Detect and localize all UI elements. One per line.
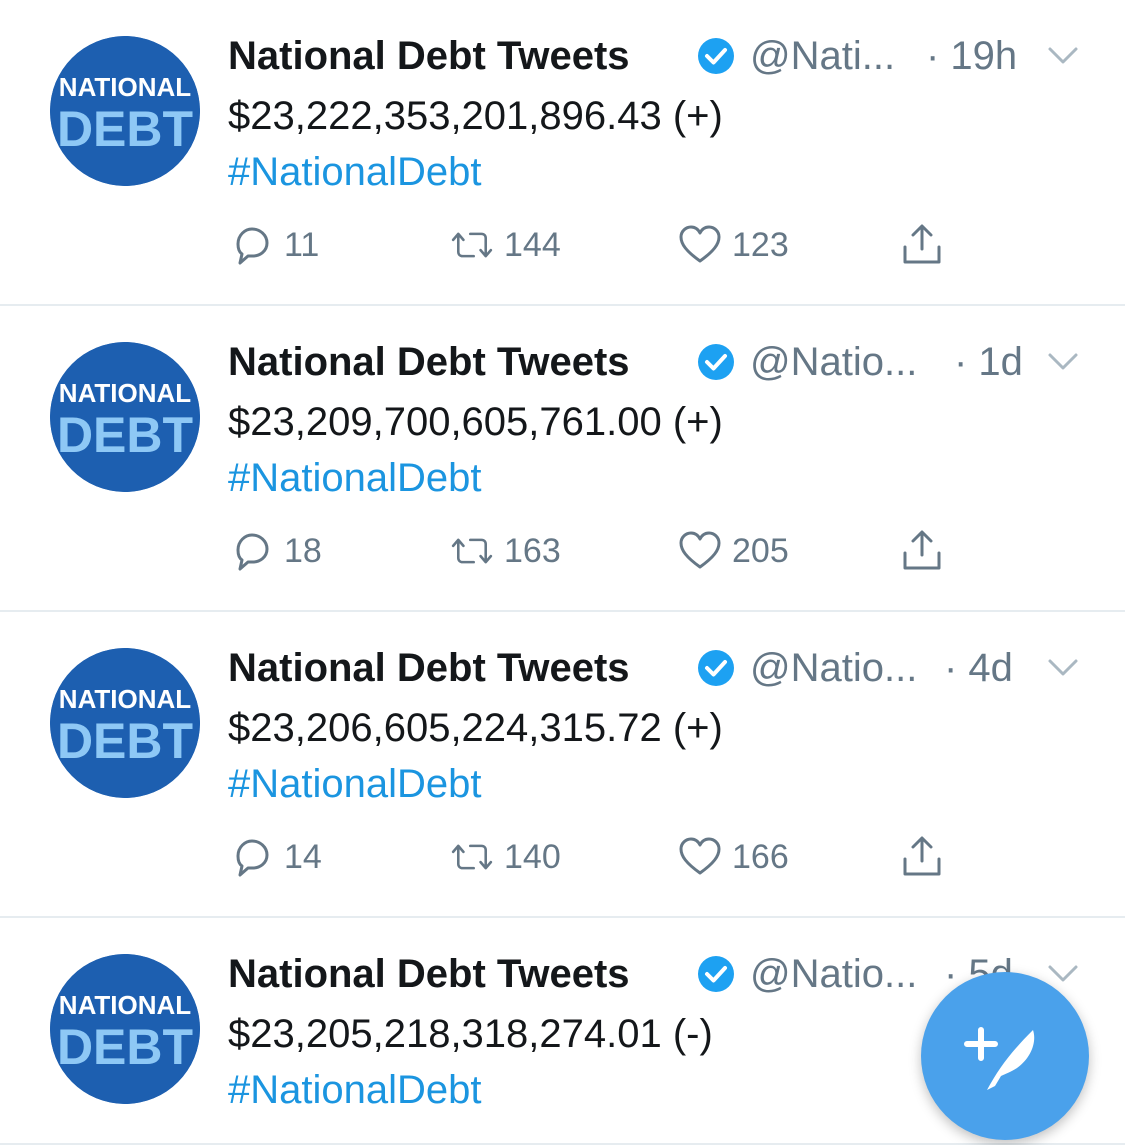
tweet[interactable]: NATIONAL DEBT National Debt Tweets @Nati… [0, 612, 1125, 918]
reply-count: 18 [284, 531, 322, 570]
reply-button[interactable]: 11 [228, 220, 319, 270]
retweet-button[interactable]: 140 [448, 832, 561, 882]
username[interactable]: @Natio... [750, 944, 917, 1004]
heart-icon [679, 531, 721, 569]
tweet-text: $23,222,353,201,896.43 (+) [228, 94, 723, 138]
timestamp[interactable]: · 1d [954, 332, 1023, 392]
hashtag-link[interactable]: #NationalDebt [228, 448, 482, 508]
hashtag-link[interactable]: #NationalDebt [228, 754, 482, 814]
heart-icon [679, 837, 721, 875]
display-name[interactable]: National Debt Tweets [228, 638, 630, 698]
retweet-button[interactable]: 144 [448, 220, 561, 270]
verified-badge-icon [698, 650, 734, 686]
tweet-header: National Debt Tweets @Nati... · 19h [228, 26, 1088, 86]
retweet-icon [451, 844, 493, 870]
chevron-down-icon[interactable] [1046, 44, 1080, 68]
chevron-down-icon[interactable] [1046, 656, 1080, 680]
avatar-line1: NATIONAL [59, 378, 192, 408]
share-icon [903, 530, 941, 570]
verified-badge-icon [698, 38, 734, 74]
avatar[interactable]: NATIONAL DEBT [50, 648, 200, 798]
tweet-header: National Debt Tweets @Natio... · 1d [228, 332, 1088, 392]
retweet-count: 163 [504, 531, 561, 570]
reply-button[interactable]: 18 [228, 526, 322, 576]
avatar-line1: NATIONAL [59, 990, 192, 1020]
avatar-line2: DEBT [57, 407, 193, 463]
avatar-line2: DEBT [57, 1019, 193, 1075]
verified-badge-icon [698, 344, 734, 380]
compose-tweet-button[interactable] [921, 972, 1089, 1140]
tweet[interactable]: NATIONAL DEBT National Debt Tweets @Nati… [0, 0, 1125, 306]
share-button[interactable] [898, 832, 946, 882]
like-count: 166 [732, 837, 789, 876]
share-icon [903, 224, 941, 264]
reply-count: 14 [284, 837, 322, 876]
compose-tweet-icon [964, 1027, 1035, 1090]
retweet-icon [451, 232, 493, 258]
retweet-count: 140 [504, 837, 561, 876]
username[interactable]: @Natio... [750, 638, 917, 698]
display-name[interactable]: National Debt Tweets [228, 332, 630, 392]
like-button[interactable]: 166 [676, 832, 789, 882]
avatar[interactable]: NATIONAL DEBT [50, 36, 200, 186]
tweet-text: $23,205,218,318,274.01 (-) [228, 1012, 713, 1056]
avatar[interactable]: NATIONAL DEBT [50, 342, 200, 492]
retweet-button[interactable]: 163 [448, 526, 561, 576]
like-button[interactable]: 123 [676, 220, 789, 270]
tweet-text: $23,206,605,224,315.72 (+) [228, 706, 723, 750]
verified-badge-icon [698, 956, 734, 992]
share-icon [903, 836, 941, 876]
reply-icon [236, 839, 269, 877]
display-name[interactable]: National Debt Tweets [228, 944, 630, 1004]
tweet-header: National Debt Tweets @Natio... · 4d [228, 638, 1088, 698]
timestamp[interactable]: · 19h [926, 26, 1017, 86]
avatar-line1: NATIONAL [59, 72, 192, 102]
like-count: 205 [732, 531, 789, 570]
tweet-text: $23,209,700,605,761.00 (+) [228, 400, 723, 444]
display-name[interactable]: National Debt Tweets [228, 26, 630, 86]
avatar-line1: NATIONAL [59, 684, 192, 714]
reply-button[interactable]: 14 [228, 832, 322, 882]
retweet-icon [451, 538, 493, 564]
chevron-down-icon[interactable] [1046, 350, 1080, 374]
tweet[interactable]: NATIONAL DEBT National Debt Tweets @Nati… [0, 306, 1125, 612]
username[interactable]: @Natio... [750, 332, 917, 392]
timestamp[interactable]: · 4d [944, 638, 1013, 698]
avatar[interactable]: NATIONAL DEBT [50, 954, 200, 1104]
reply-icon [236, 227, 269, 265]
reply-count: 11 [284, 225, 320, 264]
avatar-line2: DEBT [57, 101, 193, 157]
avatar-line2: DEBT [57, 713, 193, 769]
retweet-count: 144 [504, 225, 561, 264]
like-button[interactable]: 205 [676, 526, 789, 576]
hashtag-link[interactable]: #NationalDebt [228, 1060, 482, 1120]
heart-icon [679, 225, 721, 263]
share-button[interactable] [898, 220, 946, 270]
like-count: 123 [732, 225, 789, 264]
username[interactable]: @Nati... [750, 26, 895, 86]
hashtag-link[interactable]: #NationalDebt [228, 142, 482, 202]
share-button[interactable] [898, 526, 946, 576]
reply-icon [236, 533, 269, 571]
